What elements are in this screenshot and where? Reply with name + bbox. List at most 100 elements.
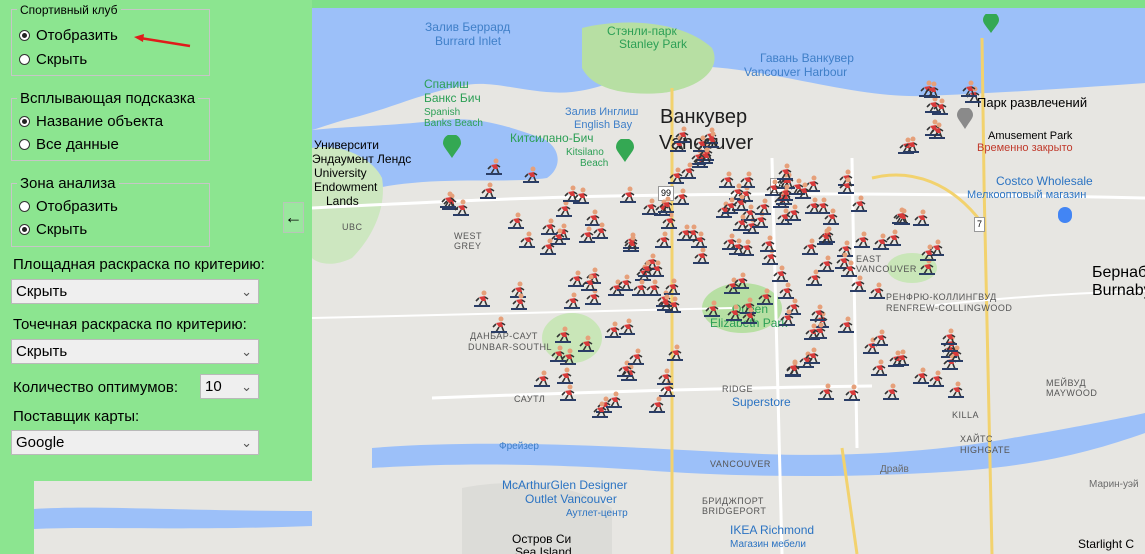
analysis-zone-show-radio[interactable]: Отобразить	[19, 198, 118, 215]
sports-club-marker-icon[interactable]	[732, 214, 750, 234]
sports-club-marker-icon[interactable]	[518, 231, 536, 251]
sports-club-marker-icon[interactable]	[871, 329, 889, 349]
map-label-renfrew-en: RENFREW-COLLINGWOOD	[886, 303, 1013, 313]
sports-club-marker-icon[interactable]	[485, 158, 503, 178]
sports-club-marker-icon[interactable]	[912, 367, 930, 387]
sports-club-marker-icon[interactable]	[622, 235, 640, 255]
sports-club-marker-icon[interactable]	[923, 81, 941, 101]
sports-club-marker-icon[interactable]	[549, 345, 567, 365]
sports-club-marker-icon[interactable]	[563, 292, 581, 312]
sports-club-marker-icon[interactable]	[784, 204, 802, 224]
sports-club-marker-icon[interactable]	[657, 196, 675, 216]
sports-club-marker-icon[interactable]	[666, 344, 684, 364]
sports-club-marker-icon[interactable]	[777, 282, 795, 302]
sports-club-marker-icon[interactable]	[479, 182, 497, 202]
tooltip-all-radio[interactable]: Все данные	[19, 136, 119, 153]
sports-club-marker-icon[interactable]	[853, 231, 871, 251]
analysis-zone-hide-radio[interactable]: Скрыть	[19, 221, 87, 238]
sports-club-marker-icon[interactable]	[740, 307, 758, 327]
sports-club-marker-icon[interactable]	[837, 177, 855, 197]
sports-club-marker-icon[interactable]	[490, 316, 508, 336]
sports-club-marker-icon[interactable]	[816, 228, 834, 248]
sports-club-marker-icon[interactable]	[540, 218, 558, 238]
collapse-panel-button[interactable]: ←	[283, 202, 304, 233]
sports-club-marker-icon[interactable]	[676, 224, 694, 244]
sports-club-marker-icon[interactable]	[618, 318, 636, 338]
map-view[interactable]: Залив Беррард Burrard Inlet Стэнли-парк …	[312, 8, 1145, 554]
sports-club-marker-icon[interactable]	[647, 260, 665, 280]
sports-club-marker-icon[interactable]	[759, 235, 777, 255]
sports-club-marker-icon[interactable]	[809, 304, 827, 324]
sports-club-marker-icon[interactable]	[843, 384, 861, 404]
sports-club-marker-icon[interactable]	[522, 166, 540, 186]
sports-club-marker-icon[interactable]	[756, 288, 774, 308]
sports-club-marker-icon[interactable]	[577, 335, 595, 355]
sports-club-show-radio[interactable]: Отобразить	[19, 27, 118, 44]
sports-club-marker-icon[interactable]	[539, 238, 557, 258]
sports-club-marker-icon[interactable]	[902, 136, 920, 156]
sports-club-marker-icon[interactable]	[817, 383, 835, 403]
sports-club-marker-icon[interactable]	[803, 347, 821, 367]
area-color-select[interactable]: Скрыть ⌄	[11, 279, 259, 304]
sports-club-marker-icon[interactable]	[892, 349, 910, 369]
sports-club-marker-icon[interactable]	[776, 163, 794, 183]
sports-club-marker-icon[interactable]	[804, 197, 822, 217]
sports-club-marker-icon[interactable]	[679, 162, 697, 182]
sports-club-marker-icon[interactable]	[452, 199, 470, 219]
sports-club-marker-icon[interactable]	[533, 370, 551, 390]
map-label-oak-vancouver: VANCOUVER	[710, 459, 771, 469]
sports-club-marker-icon[interactable]	[562, 185, 580, 205]
sports-club-marker-icon[interactable]	[591, 401, 609, 421]
sports-club-marker-icon[interactable]	[696, 147, 714, 167]
point-color-select[interactable]: Скрыть ⌄	[11, 339, 259, 364]
radio-checked-icon	[19, 30, 30, 41]
route-7-shield: 7	[974, 217, 986, 232]
sports-club-marker-icon[interactable]	[721, 197, 739, 217]
sports-club-marker-icon[interactable]	[837, 316, 855, 336]
sports-club-marker-icon[interactable]	[919, 244, 937, 264]
sports-club-marker-icon[interactable]	[754, 198, 772, 218]
sports-club-marker-icon[interactable]	[784, 359, 802, 379]
sports-club-marker-icon[interactable]	[776, 184, 794, 204]
sports-club-marker-icon[interactable]	[507, 212, 525, 232]
sports-club-marker-icon[interactable]	[648, 396, 666, 416]
sports-club-marker-icon[interactable]	[882, 383, 900, 403]
map-label-harbour-en: Vancouver Harbour	[744, 65, 848, 79]
sports-club-marker-icon[interactable]	[578, 226, 596, 246]
sports-club-marker-icon[interactable]	[473, 290, 491, 310]
radio-unchecked-icon	[19, 139, 30, 150]
sports-club-marker-icon[interactable]	[732, 272, 750, 292]
sports-club-marker-icon[interactable]	[868, 282, 886, 302]
sports-club-marker-icon[interactable]	[940, 328, 958, 348]
sports-club-marker-icon[interactable]	[884, 229, 902, 249]
sports-club-marker-icon[interactable]	[656, 368, 674, 388]
sports-club-marker-icon[interactable]	[673, 126, 691, 146]
sports-club-marker-icon[interactable]	[849, 275, 867, 295]
sports-club-marker-icon[interactable]	[822, 208, 840, 228]
sports-club-marker-icon[interactable]	[778, 309, 796, 329]
optimum-count-select[interactable]: 10 ⌄	[200, 374, 259, 399]
sports-club-marker-icon[interactable]	[654, 231, 672, 251]
sports-club-marker-icon[interactable]	[703, 300, 721, 320]
sports-club-marker-icon[interactable]	[893, 208, 911, 228]
sports-club-marker-icon[interactable]	[912, 209, 930, 229]
sports-club-marker-icon[interactable]	[810, 322, 828, 342]
sports-club-marker-icon[interactable]	[616, 274, 634, 294]
sports-club-hide-radio[interactable]: Скрыть	[19, 51, 87, 68]
sports-club-marker-icon[interactable]	[928, 122, 946, 142]
sports-club-marker-icon[interactable]	[559, 384, 577, 404]
sports-club-marker-icon[interactable]	[554, 326, 572, 346]
sports-club-marker-icon[interactable]	[664, 296, 682, 316]
map-provider-select[interactable]: Google ⌄	[11, 430, 259, 455]
sports-club-marker-icon[interactable]	[817, 255, 835, 275]
sports-club-marker-icon[interactable]	[627, 348, 645, 368]
sports-club-marker-icon[interactable]	[619, 186, 637, 206]
sports-club-marker-icon[interactable]	[580, 274, 598, 294]
sports-club-marker-icon[interactable]	[960, 80, 978, 100]
sports-club-marker-icon[interactable]	[870, 359, 888, 379]
sports-club-marker-icon[interactable]	[737, 239, 755, 259]
sports-club-marker-icon[interactable]	[850, 195, 868, 215]
sports-club-marker-icon[interactable]	[510, 293, 528, 313]
sports-club-marker-icon[interactable]	[947, 381, 965, 401]
tooltip-name-radio[interactable]: Название объекта	[19, 113, 163, 130]
